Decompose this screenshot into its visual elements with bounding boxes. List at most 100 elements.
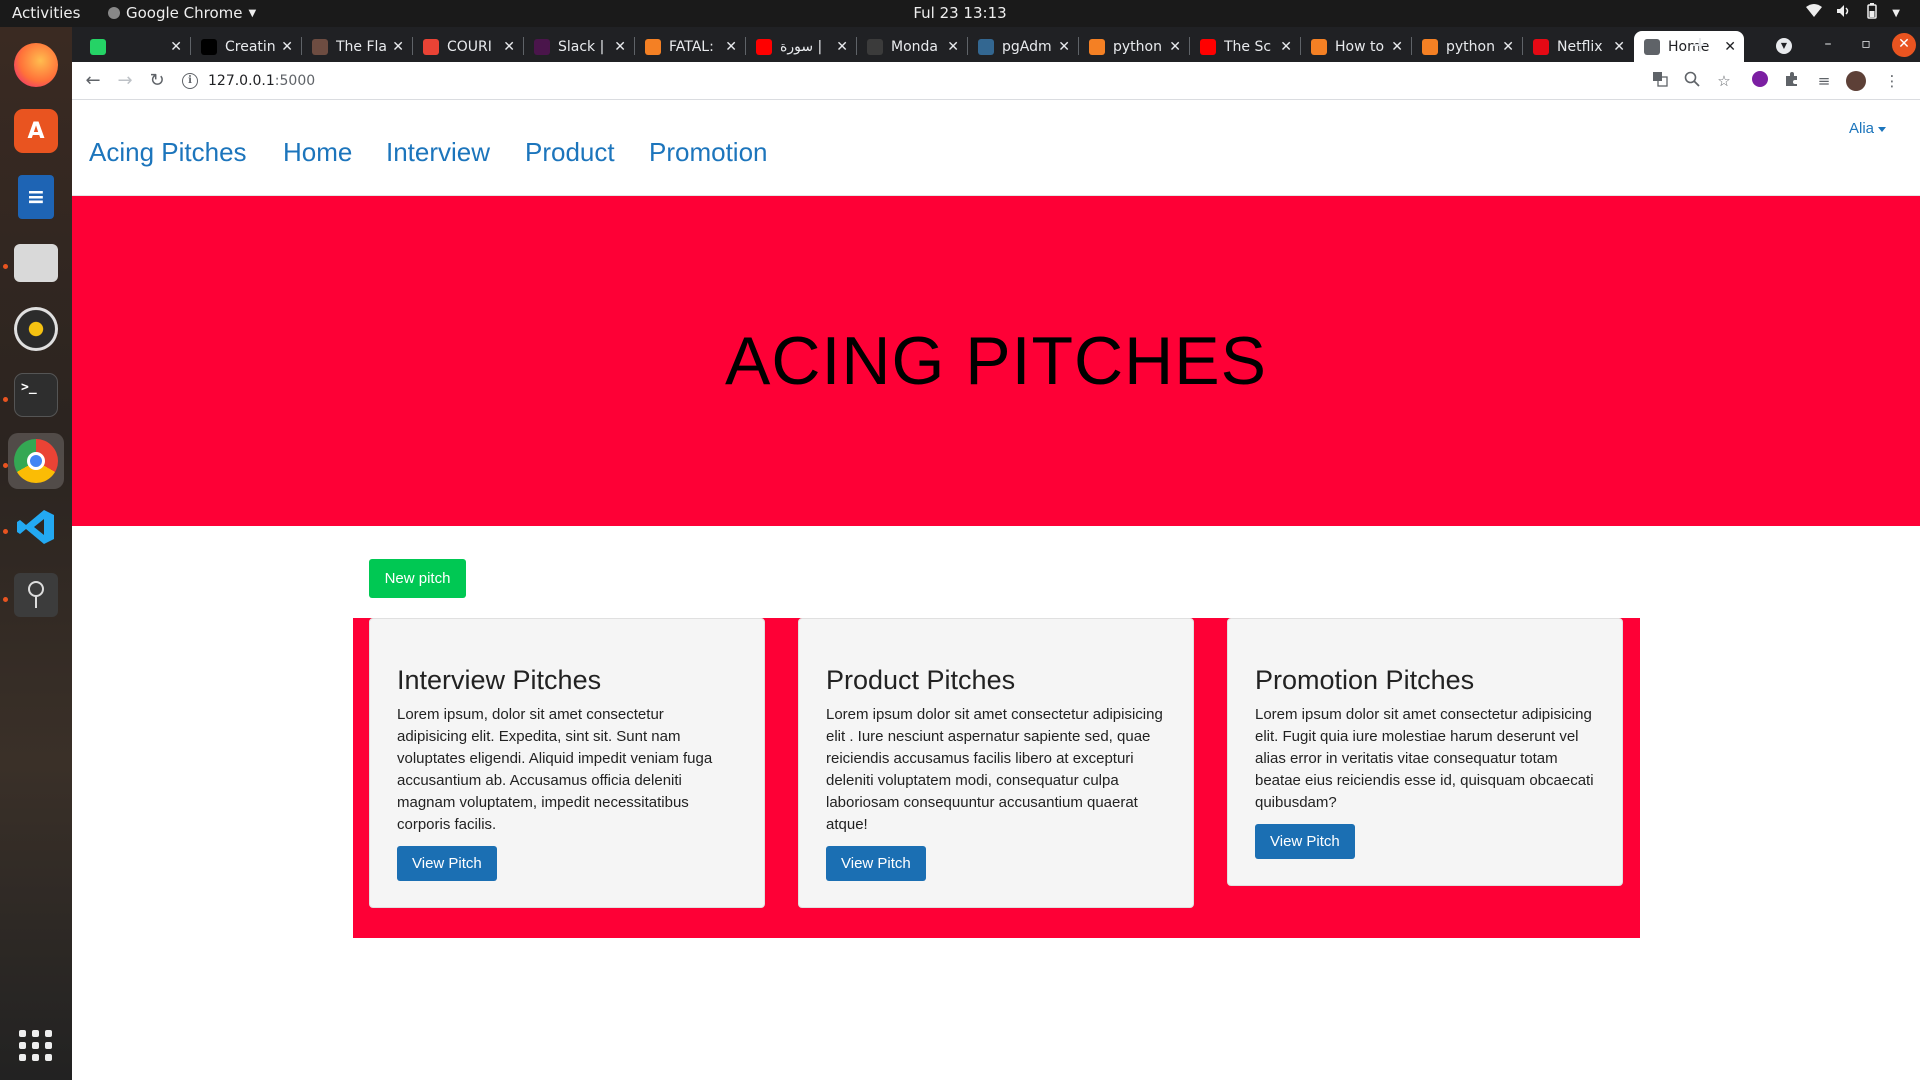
tab-title: python (1113, 38, 1162, 55)
pin-icon (14, 573, 58, 617)
back-button[interactable]: ← (80, 68, 106, 94)
browser-tab[interactable]: python ✕ (1079, 31, 1189, 62)
forward-button[interactable]: → (112, 68, 138, 94)
card-promotion: Promotion Pitches Lorem ipsum dolor sit … (1227, 618, 1623, 886)
browser-tab[interactable]: python ✕ (1412, 31, 1522, 62)
brand-link[interactable]: Acing Pitches (89, 137, 247, 168)
tab-title: Creatin (225, 38, 276, 55)
close-tab-icon[interactable]: ✕ (1391, 39, 1403, 55)
tab-search-button[interactable]: ▼ (1772, 33, 1796, 57)
zoom-icon[interactable] (1682, 71, 1702, 91)
pitch-categories: Interview Pitches Lorem ipsum, dolor sit… (353, 618, 1640, 938)
close-window-button[interactable]: ✕ (1892, 33, 1916, 57)
media-control-icon[interactable]: ≡ (1814, 71, 1834, 91)
app-name: Google Chrome (126, 4, 243, 22)
system-top-bar: Activities Google Chrome ▼ Ful 23 13:13 … (0, 0, 1920, 27)
clock[interactable]: Ful 23 13:13 (913, 4, 1006, 22)
firefox-icon (14, 43, 58, 87)
close-tab-icon[interactable]: ✕ (1058, 39, 1070, 55)
more-menu-icon[interactable]: ⋮ (1882, 71, 1902, 91)
close-tab-icon[interactable]: ✕ (1613, 39, 1625, 55)
close-tab-icon[interactable]: ✕ (1724, 39, 1736, 55)
close-tab-icon[interactable]: ✕ (281, 39, 293, 55)
netflix-icon (1533, 38, 1549, 55)
system-tray[interactable]: ▼ (1806, 3, 1900, 23)
dock-libreoffice-writer[interactable]: ≡ (8, 169, 64, 225)
tab-title: How to (1335, 38, 1385, 55)
chrome-icon (14, 439, 58, 483)
avatar-icon (312, 38, 328, 55)
close-tab-icon[interactable]: ✕ (836, 39, 848, 55)
dock-terminal[interactable]: >_ (8, 367, 64, 423)
reload-button[interactable]: ↻ (144, 68, 170, 94)
view-pitch-button[interactable]: View Pitch (397, 846, 497, 881)
app-menu[interactable]: Google Chrome ▼ (108, 4, 256, 22)
hero-title: ACING PITCHES (725, 323, 1267, 399)
gmail-icon (423, 38, 439, 55)
browser-tab[interactable]: COURI ✕ (413, 31, 523, 62)
close-tab-icon[interactable]: ✕ (170, 39, 182, 55)
address-bar[interactable]: i 127.0.0.1:5000 (182, 66, 1662, 96)
translate-icon[interactable] (1650, 71, 1670, 91)
maximize-button[interactable]: ▫ (1854, 33, 1878, 57)
whatsapp-icon (90, 38, 106, 55)
close-tab-icon[interactable]: ✕ (1169, 39, 1181, 55)
site-navbar: Acing Pitches Home Interview Product Pro… (72, 100, 1920, 196)
nav-link-interview[interactable]: Interview (386, 137, 490, 168)
tab-title: Slack | (558, 38, 605, 55)
dock-chrome[interactable] (8, 433, 64, 489)
browser-tab[interactable]: سورة | ✕ (746, 31, 856, 62)
browser-tab[interactable]: Slack | ✕ (524, 31, 634, 62)
dock-inkscape[interactable] (8, 567, 64, 623)
browser-tab[interactable]: How to ✕ (1301, 31, 1411, 62)
show-applications[interactable] (8, 1017, 64, 1073)
user-dropdown[interactable]: Alia (1849, 120, 1886, 137)
terminal-icon: >_ (14, 373, 58, 417)
activities-button[interactable]: Activities (12, 4, 80, 22)
close-tab-icon[interactable]: ✕ (1502, 39, 1514, 55)
dock-software-center[interactable]: A (8, 103, 64, 159)
site-info-icon[interactable]: i (182, 73, 198, 89)
dock-vscode[interactable] (8, 499, 64, 555)
dock: A ≡ >_ (0, 27, 72, 1080)
browser-tab[interactable]: FATAL: ✕ (635, 31, 745, 62)
dock-rhythmbox[interactable] (8, 301, 64, 357)
browser-tab[interactable]: ✕ (80, 31, 190, 62)
browser-tab[interactable]: The Fla ✕ (302, 31, 412, 62)
nav-link-home[interactable]: Home (283, 137, 352, 168)
view-pitch-button[interactable]: View Pitch (826, 846, 926, 881)
close-tab-icon[interactable]: ✕ (725, 39, 737, 55)
new-pitch-button[interactable]: New pitch (369, 559, 466, 598)
view-pitch-button[interactable]: View Pitch (1255, 824, 1355, 859)
close-tab-icon[interactable]: ✕ (392, 39, 404, 55)
close-tab-icon[interactable]: ✕ (947, 39, 959, 55)
close-tab-icon[interactable]: ✕ (614, 39, 626, 55)
browser-tab[interactable]: pgAdm ✕ (968, 31, 1078, 62)
nav-link-promotion[interactable]: Promotion (649, 137, 768, 168)
wifi-icon (1806, 4, 1823, 22)
bookmark-star-icon[interactable]: ☆ (1714, 71, 1734, 91)
minimize-button[interactable]: – (1816, 33, 1840, 57)
browser-tab[interactable]: The Sc ✕ (1190, 31, 1300, 62)
close-tab-icon[interactable]: ✕ (503, 39, 515, 55)
tab-title: سورة | (780, 38, 823, 55)
puzzle-icon[interactable] (1782, 71, 1802, 91)
browser-tab[interactable]: Netflix ✕ (1523, 31, 1633, 62)
card-title: Product Pitches (826, 665, 1016, 695)
browser-tab[interactable]: Monda ✕ (857, 31, 967, 62)
browser-tab[interactable]: Creatin ✕ (191, 31, 301, 62)
stackoverflow-icon (1422, 38, 1438, 55)
dock-firefox[interactable] (8, 37, 64, 93)
close-tab-icon[interactable]: ✕ (1280, 39, 1292, 55)
extension-icon[interactable] (1750, 71, 1770, 91)
profile-avatar[interactable] (1846, 71, 1866, 91)
card-interview: Interview Pitches Lorem ipsum, dolor sit… (369, 618, 765, 908)
tab-title: Netflix (1557, 38, 1603, 55)
new-tab-button[interactable]: + (1688, 33, 1712, 58)
nav-link-product[interactable]: Product (525, 137, 615, 168)
stackoverflow-icon (645, 38, 661, 55)
dock-files[interactable] (8, 235, 64, 291)
stackoverflow-icon (1089, 38, 1105, 55)
page-viewport: Acing Pitches Home Interview Product Pro… (72, 100, 1920, 1080)
software-center-icon: A (14, 109, 58, 153)
